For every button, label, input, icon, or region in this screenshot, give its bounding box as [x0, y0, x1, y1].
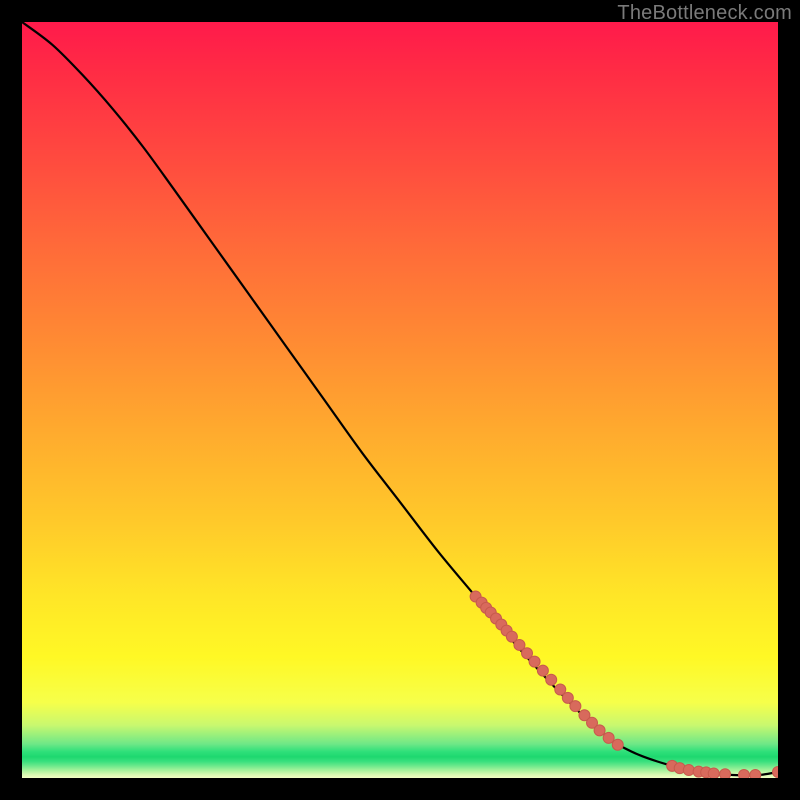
data-point: [594, 725, 605, 736]
data-point: [529, 656, 540, 667]
chart-svg: [22, 22, 778, 778]
data-point: [570, 701, 581, 712]
data-point: [738, 769, 749, 778]
data-markers: [470, 591, 778, 778]
data-point: [683, 765, 694, 776]
chart-frame: TheBottleneck.com: [0, 0, 800, 800]
bottleneck-curve: [22, 22, 778, 775]
data-point: [750, 769, 761, 778]
watermark-text: TheBottleneck.com: [617, 2, 792, 25]
data-point: [612, 739, 623, 750]
data-point: [773, 766, 779, 777]
data-point: [708, 768, 719, 778]
data-point: [720, 769, 731, 778]
data-point: [603, 732, 614, 743]
data-point: [537, 665, 548, 676]
data-point: [546, 674, 557, 685]
plot-area: [22, 22, 778, 778]
